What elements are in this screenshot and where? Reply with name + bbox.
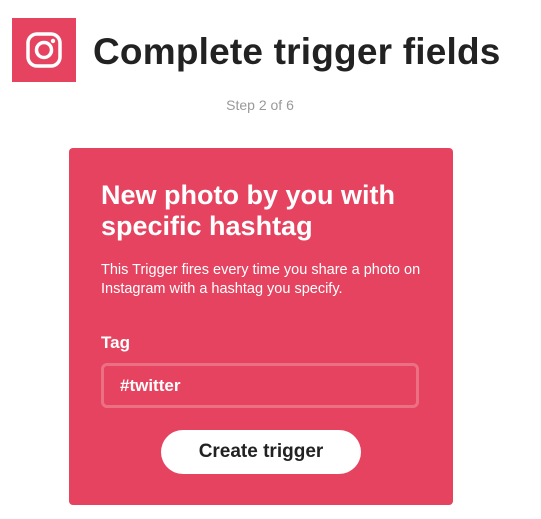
create-trigger-button[interactable]: Create trigger: [161, 430, 361, 474]
step-indicator: Step 2 of 6: [226, 97, 294, 113]
page-header: Complete trigger fields: [12, 18, 532, 84]
trigger-card: New photo by you with specific hashtag T…: [69, 148, 453, 505]
tag-input[interactable]: [101, 363, 419, 408]
page-title: Complete trigger fields: [93, 31, 501, 72]
instagram-logo: [12, 18, 76, 82]
trigger-description: This Trigger fires every time you share …: [101, 262, 421, 297]
tag-field-label: Tag: [101, 333, 130, 352]
trigger-title: New photo by you with specific hashtag: [101, 180, 395, 241]
instagram-icon: [26, 32, 62, 68]
